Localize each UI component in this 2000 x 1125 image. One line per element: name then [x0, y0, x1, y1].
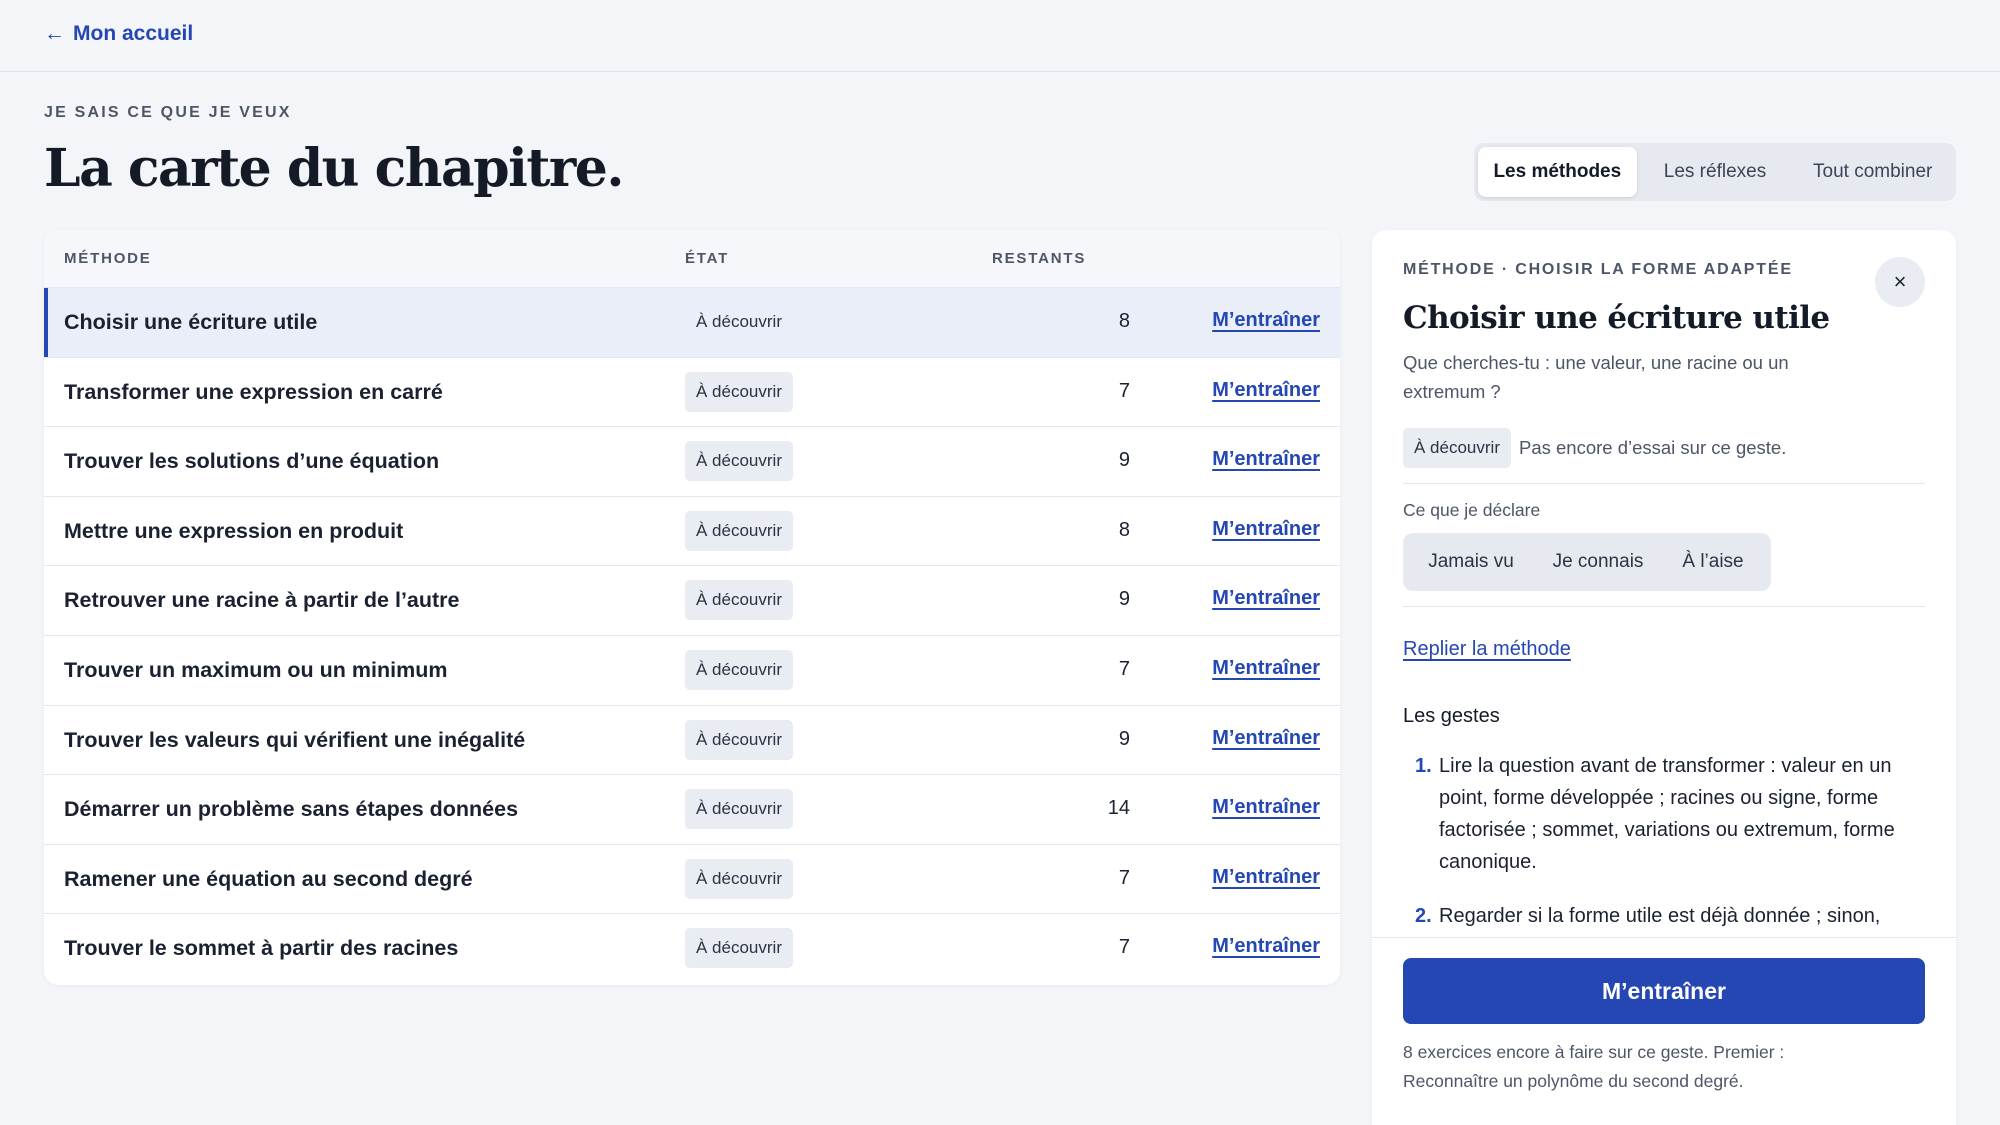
table-row[interactable]: Retrouver une racine à partir de l’autre…	[44, 566, 1340, 636]
declare-label: Ce que je déclare	[1403, 500, 1541, 520]
gestes-list: 1. Lire la question avant de transformer…	[1403, 750, 1923, 954]
train-link[interactable]: M’entraîner	[1212, 727, 1320, 750]
collapse-method-link[interactable]: Replier la méthode	[1403, 638, 1571, 661]
step-number: 1.	[1415, 755, 1432, 777]
declare-option-a-l-aise[interactable]: À l’aise	[1663, 538, 1763, 586]
arrow-left-icon: ←	[44, 22, 65, 45]
view-tabs: Les méthodes Les réflexes Tout combiner	[1474, 143, 1956, 201]
method-name: Trouver un maximum ou un minimum	[64, 657, 448, 682]
train-link[interactable]: M’entraîner	[1212, 518, 1320, 541]
train-link[interactable]: M’entraîner	[1212, 448, 1320, 471]
remaining-count: 14	[1107, 797, 1130, 820]
state-badge: À découvrir	[696, 312, 782, 331]
back-home-label: Mon accueil	[73, 22, 194, 45]
close-button[interactable]: ×	[1875, 257, 1925, 307]
column-header-state: ÉTAT	[685, 250, 730, 267]
column-header-method: MÉTHODE	[64, 250, 152, 267]
back-home-link[interactable]: ← Mon accueil	[44, 22, 193, 46]
page-eyebrow: JE SAIS CE QUE JE VEUX	[44, 104, 292, 121]
method-name: Choisir une écriture utile	[64, 310, 318, 334]
close-icon: ×	[1893, 269, 1907, 294]
remaining-count: 7	[1118, 657, 1130, 680]
table-row[interactable]: Trouver un maximum ou un minimum À découv…	[44, 636, 1340, 706]
method-name: Ramener une équation au second degré	[64, 866, 473, 891]
footer-note: 8 exercices encore à faire sur ce geste.…	[1403, 1042, 1785, 1091]
method-name: Mettre une expression en produit	[64, 518, 404, 543]
state-badge: À découvrir	[685, 580, 793, 621]
state-badge: À découvrir	[685, 719, 793, 760]
train-link[interactable]: M’entraîner	[1212, 587, 1320, 610]
state-badge: À découvrir	[685, 441, 793, 482]
train-link[interactable]: M’entraîner	[1212, 935, 1320, 958]
divider	[1403, 606, 1925, 607]
remaining-count: 7	[1118, 936, 1130, 959]
state-badge: À découvrir	[685, 649, 793, 690]
remaining-count: 8	[1118, 518, 1130, 541]
remaining-count: 7	[1118, 866, 1130, 889]
method-name: Trouver les valeurs qui vérifient une in…	[64, 727, 526, 752]
train-link[interactable]: M’entraîner	[1212, 379, 1320, 402]
declare-option-je-connais[interactable]: Je connais	[1533, 538, 1663, 586]
methods-table: MÉTHODE ÉTAT RESTANTS Choisir une écritu…	[44, 230, 1340, 985]
state-badge: À découvrir	[685, 928, 793, 969]
state-badge: À découvrir	[685, 371, 793, 412]
declare-option-jamais-vu[interactable]: Jamais vu	[1409, 538, 1533, 586]
tab-methodes[interactable]: Les méthodes	[1478, 147, 1637, 197]
state-badge: À découvrir	[685, 858, 793, 899]
panel-subtitle: Que cherches-tu : une valeur, une racine…	[1403, 352, 1789, 402]
table-row[interactable]: Trouver les solutions d’une équation À dé…	[44, 427, 1340, 497]
gestes-title: Les gestes	[1403, 705, 1500, 727]
method-name: Retrouver une racine à partir de l’autre	[64, 588, 460, 613]
remaining-count: 9	[1118, 588, 1130, 611]
top-bar: ← Mon accueil	[0, 0, 2000, 72]
table-row[interactable]: Trouver le sommet à partir des racines À …	[44, 914, 1340, 984]
remaining-count: 9	[1118, 727, 1130, 750]
train-link[interactable]: M’entraîner	[1212, 657, 1320, 680]
page-title: La carte du chapitre.	[44, 138, 624, 199]
divider	[1403, 483, 1925, 484]
train-button[interactable]: M’entraîner	[1403, 958, 1925, 1024]
method-name: Trouver les solutions d’une équation	[64, 449, 440, 474]
train-link[interactable]: M’entraîner	[1212, 309, 1320, 332]
remaining-count: 8	[1118, 310, 1130, 332]
geste-step: 1. Lire la question avant de transformer…	[1403, 750, 1923, 878]
method-detail-panel: MÉTHODE · CHOISIR LA FORME ADAPTÉE × Cho…	[1372, 230, 1956, 1125]
step-number: 2.	[1415, 905, 1432, 927]
table-row[interactable]: Transformer une expression en carré À déc…	[44, 358, 1340, 428]
remaining-count: 7	[1118, 379, 1130, 402]
declare-selector: Jamais vu Je connais À l’aise	[1403, 533, 1771, 591]
train-link[interactable]: M’entraîner	[1212, 866, 1320, 889]
state-badge: À découvrir	[685, 789, 793, 830]
geste-step: 2. Regarder si la forme utile est déjà d…	[1403, 900, 1923, 932]
remaining-count: 9	[1118, 449, 1130, 472]
status-text: Pas encore d’essai sur ce geste.	[1518, 437, 1787, 458]
table-row[interactable]: Mettre une expression en produit À découv…	[44, 497, 1340, 567]
step-text: Regarder si la forme utile est déjà donn…	[1439, 905, 1881, 927]
method-name: Trouver le sommet à partir des racines	[64, 936, 459, 961]
table-row[interactable]: Ramener une équation au second degré À dé…	[44, 845, 1340, 915]
table-row[interactable]: Trouver les valeurs qui vérifient une in…	[44, 706, 1340, 776]
table-header: MÉTHODE ÉTAT RESTANTS	[44, 230, 1340, 288]
table-row[interactable]: Démarrer un problème sans étapes données…	[44, 775, 1340, 845]
panel-title: Choisir une écriture utile	[1403, 300, 1830, 336]
table-body: Choisir une écriture utile À découvrir 8 M’…	[44, 288, 1340, 984]
train-link[interactable]: M’entraîner	[1212, 796, 1320, 819]
status-badge: À découvrir	[1403, 428, 1511, 468]
status-row: À découvrir Pas encore d’essai sur ce ge…	[1403, 428, 1786, 468]
table-row[interactable]: Choisir une écriture utile À découvrir 8 M’…	[44, 288, 1340, 358]
step-text: Lire la question avant de transformer : …	[1439, 755, 1895, 873]
method-name: Transformer une expression en carré	[64, 379, 443, 404]
tab-tout-combiner[interactable]: Tout combiner	[1793, 147, 1952, 197]
tab-reflexes[interactable]: Les réflexes	[1641, 147, 1790, 197]
method-name: Démarrer un problème sans étapes données	[64, 797, 519, 822]
panel-eyebrow: MÉTHODE · CHOISIR LA FORME ADAPTÉE	[1403, 261, 1793, 278]
column-header-remaining: RESTANTS	[992, 250, 1087, 267]
state-badge: À découvrir	[685, 510, 793, 551]
